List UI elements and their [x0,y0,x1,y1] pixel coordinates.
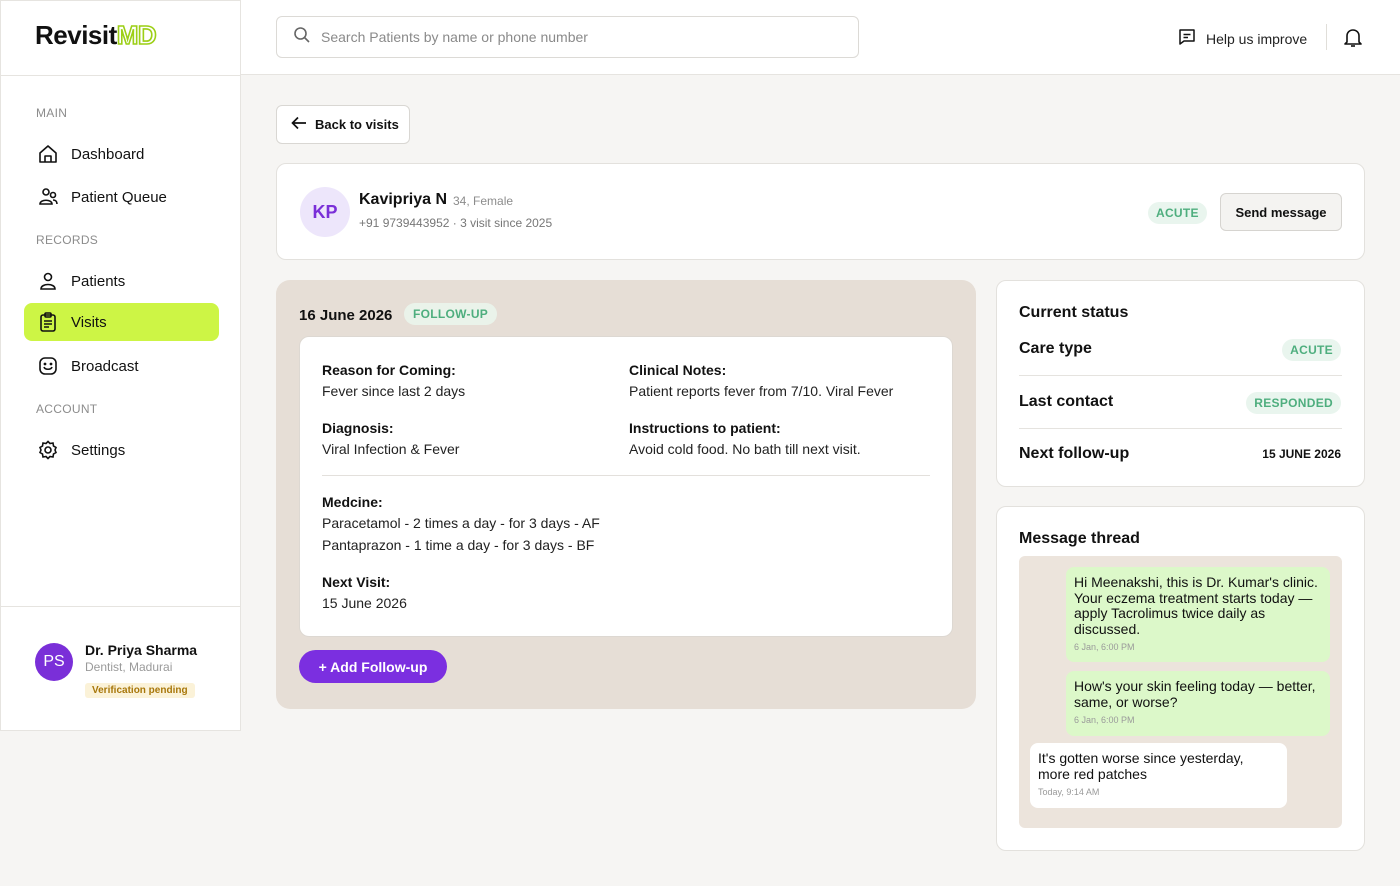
care-type-label: Care type [1019,340,1092,357]
divider [1019,375,1342,376]
send-message-button[interactable]: Send message [1220,193,1342,231]
doctor-name: Dr. Priya Sharma [85,642,198,658]
medicine-label: Medcine: [322,494,383,510]
home-icon [37,143,59,165]
search-box[interactable] [276,16,859,58]
header-divider [1326,24,1327,50]
sidebar-item-patients[interactable]: Patients [24,262,219,300]
sidebar-item-dashboard[interactable]: Dashboard [24,135,219,173]
avatar: PS [35,643,73,681]
sidebar-item-label: Dashboard [71,145,145,163]
message-text: How's your skin feeling today — better, … [1074,678,1316,710]
sidebar-item-label: Patients [71,272,126,290]
message-time: 6 Jan, 6:00 PM [1074,715,1135,725]
back-to-visits-button[interactable]: Back to visits [276,105,410,144]
last-contact-badge: RESPONDED [1246,392,1341,414]
top-header: Help us improve [241,0,1400,75]
patient-avatar: KP [300,187,350,237]
users-icon [37,186,59,208]
add-follow-up-button[interactable]: + Add Follow-up [299,650,447,683]
section-records: RECORDS [36,233,99,247]
verification-badge: Verification pending [85,683,195,698]
sidebar-item-patient-queue[interactable]: Patient Queue [24,178,219,216]
section-account: ACCOUNT [36,402,98,416]
message-bubble-outgoing: How's your skin feeling today — better, … [1066,671,1330,736]
care-type-status-badge: ACUTE [1282,339,1341,361]
next-visit-label: Next Visit: [322,574,391,590]
visit-date: 16 June 2026 [299,307,393,324]
next-visit-value: 15 June 2026 [322,595,407,611]
message-time: Today, 9:14 AM [1038,787,1100,797]
clinical-notes-label: Clinical Notes: [629,362,727,378]
instructions-label: Instructions to patient: [629,420,781,436]
sidebar: RevisitMD MAIN Dashboard Patient Queue R… [0,0,241,731]
logo-area: RevisitMD [1,1,240,76]
care-type-badge: ACUTE [1148,202,1207,224]
message-time: 6 Jan, 6:00 PM [1074,642,1135,652]
visit-details-card: Reason for Coming: Fever since last 2 da… [299,336,953,637]
patient-name: Kavipriya N [359,191,448,208]
clipboard-icon [37,311,59,333]
section-main: MAIN [36,106,68,120]
logo-part-2: MD [116,20,158,50]
status-title: Current status [1019,304,1129,321]
message-text: Hi Meenakshi, this is Dr. Kumar's clinic… [1074,574,1318,637]
gear-icon [37,439,59,461]
reason-value: Fever since last 2 days [322,383,466,399]
message-thread-card: Message thread Hi Meenakshi, this is Dr.… [996,506,1365,851]
diagnosis-label: Diagnosis: [322,420,394,436]
patient-contact: +91 9739443952 · 3 visit since 2025 [359,216,553,230]
bell-icon[interactable] [1342,26,1364,53]
diagnosis-value: Viral Infection & Fever [322,441,460,457]
current-status-card: Current status Care type ACUTE Last cont… [996,280,1365,487]
help-label: Help us improve [1206,30,1308,47]
sidebar-item-visits[interactable]: Visits [24,303,219,341]
medicine-item: Paracetamol - 2 times a day - for 3 days… [322,515,600,531]
visit-type-badge: FOLLOW-UP [404,303,498,325]
sidebar-item-broadcast[interactable]: Broadcast [24,347,219,385]
patient-meta: 34, Female [453,194,514,208]
patient-card: KP Kavipriya N 34, Female +91 9739443952… [276,163,1365,260]
divider [1019,428,1342,429]
sidebar-item-label: Patient Queue [71,188,167,206]
logo[interactable]: RevisitMD [35,20,240,50]
sidebar-item-label: Visits [71,313,107,331]
clinical-notes-value: Patient reports fever from 7/10. Viral F… [629,383,894,399]
doctor-role: Dentist, Madurai [85,660,173,674]
user-icon [37,270,59,292]
search-input[interactable] [321,29,821,45]
message-text: It's gotten worse since yesterday, more … [1038,750,1244,782]
logo-part-1: Revisit [35,20,117,50]
medicine-item: Pantaprazon - 1 time a day - for 3 days … [322,537,595,553]
sidebar-item-settings[interactable]: Settings [24,431,219,469]
divider [322,475,930,476]
next-follow-up-date: 15 JUNE 2026 [1262,447,1341,461]
reason-label: Reason for Coming: [322,362,456,378]
feedback-icon [1177,27,1197,50]
smile-icon [37,355,59,377]
next-follow-up-label: Next follow-up [1019,445,1130,462]
last-contact-label: Last contact [1019,393,1114,410]
visit-panel: 16 June 2026 FOLLOW-UP Reason for Coming… [276,280,976,709]
arrow-left-icon [291,116,307,133]
sidebar-item-label: Settings [71,441,126,459]
search-icon [293,26,311,49]
message-bubble-outgoing: Hi Meenakshi, this is Dr. Kumar's clinic… [1066,567,1330,662]
instructions-value: Avoid cold food. No bath till next visit… [629,441,861,457]
user-profile[interactable]: PS Dr. Priya Sharma Dentist, Madurai Ver… [1,606,240,731]
help-button[interactable]: Help us improve [1177,27,1307,50]
message-list[interactable]: Hi Meenakshi, this is Dr. Kumar's clinic… [1019,556,1342,828]
message-bubble-incoming: It's gotten worse since yesterday, more … [1030,743,1287,808]
sidebar-item-label: Broadcast [71,357,139,375]
back-label: Back to visits [315,117,399,132]
message-thread-title: Message thread [1019,530,1140,547]
